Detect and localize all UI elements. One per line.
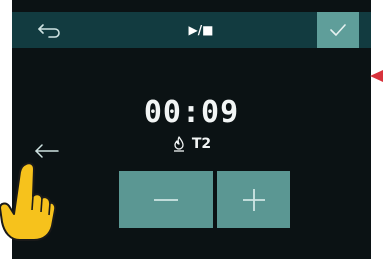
confirm-button[interactable] <box>317 12 359 48</box>
minus-icon <box>154 198 178 201</box>
play-stop-label: ▶/■ <box>188 23 214 37</box>
plus-icon <box>242 188 265 211</box>
red-pointer-marker <box>370 70 383 82</box>
play-stop-button[interactable]: ▶/■ <box>177 12 225 48</box>
back-button[interactable] <box>26 12 74 48</box>
program-indicator: T2 <box>12 136 371 152</box>
increase-button[interactable] <box>217 171 290 228</box>
oven-display-screen: ▶/■ 00:09 T2 <box>12 0 371 259</box>
timer-display: 00:09 <box>143 95 240 130</box>
pointing-hand-icon <box>0 162 56 241</box>
flame-icon <box>173 136 184 152</box>
program-label: T2 <box>191 136 212 152</box>
checkmark-icon <box>330 24 346 36</box>
left-arrow-icon[interactable] <box>34 142 60 160</box>
back-arrow-icon <box>38 24 60 38</box>
decrease-button[interactable] <box>119 171 213 228</box>
top-bar: ▶/■ <box>12 12 371 48</box>
